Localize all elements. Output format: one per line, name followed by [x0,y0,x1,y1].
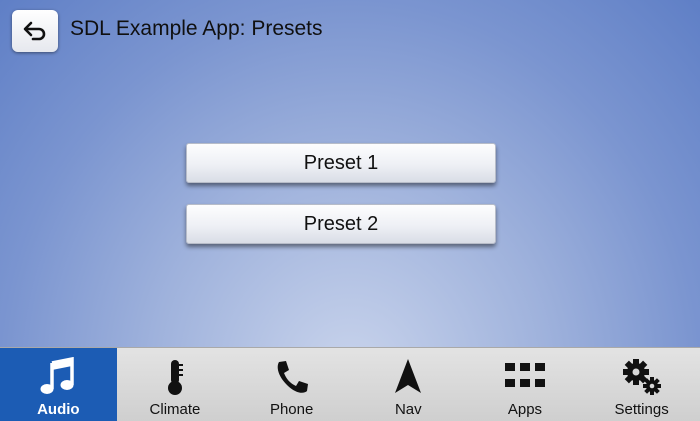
tab-label: Audio [37,401,80,418]
tab-nav[interactable]: Nav [350,348,467,421]
tab-phone[interactable]: Phone [233,348,350,421]
phone-icon [269,354,315,400]
navigation-arrow-icon [385,354,431,400]
music-note-icon [35,354,81,400]
back-arrow-icon [22,20,48,42]
tab-climate[interactable]: Climate [117,348,234,421]
tab-label: Apps [507,401,543,418]
thermometer-icon [152,354,198,400]
page-title: SDL Example App: Presets [70,17,323,40]
preset-2-button[interactable]: Preset 2 [186,204,496,244]
tab-audio[interactable]: Audio [0,348,117,421]
tab-label: Settings [614,401,669,418]
back-button[interactable] [12,10,58,52]
tab-label: Climate [149,401,201,418]
tab-apps[interactable]: Apps [467,348,584,421]
tab-label: Phone [269,401,314,418]
gears-icon [619,354,665,400]
apps-grid-icon [502,354,548,400]
preset-1-button[interactable]: Preset 1 [186,143,496,183]
bottom-tab-bar: Audio Climate Phone Nav Apps Settings [0,347,700,421]
tab-label: Nav [394,401,422,418]
tab-settings[interactable]: Settings [583,348,700,421]
header-bar: SDL Example App: Presets [0,0,700,60]
